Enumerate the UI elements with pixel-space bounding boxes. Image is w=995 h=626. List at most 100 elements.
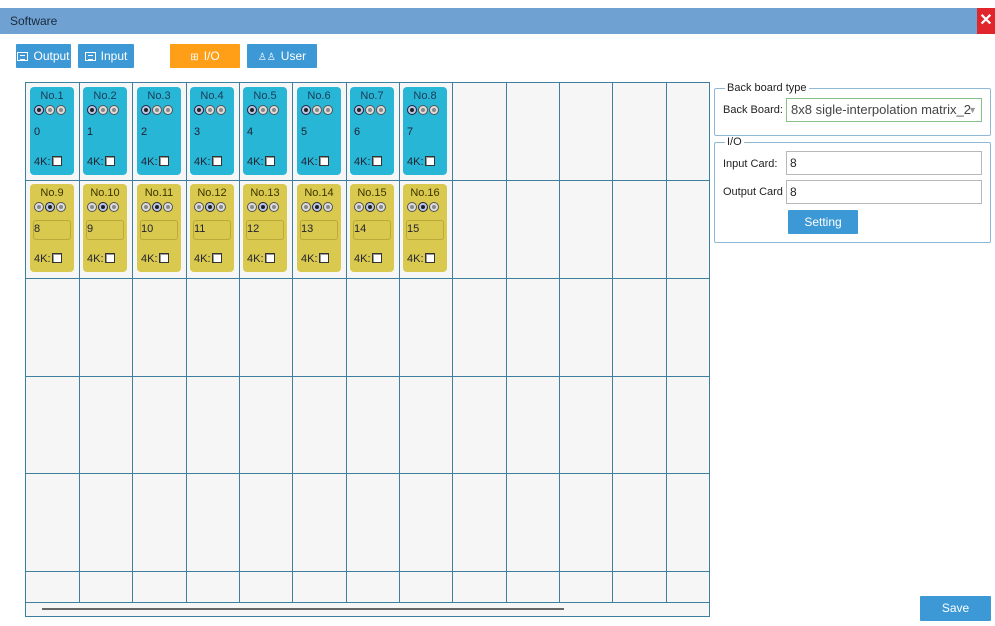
led-indicator-icon <box>365 105 375 115</box>
grid-column-divider <box>612 83 613 603</box>
led-indicator-icon <box>354 202 364 212</box>
card-status-leds <box>301 105 334 117</box>
output-card[interactable]: No.11 10 4K: <box>137 184 181 272</box>
card-status-leds <box>141 105 174 117</box>
input-card[interactable]: No.4 3 4K: <box>190 87 234 175</box>
led-indicator-icon <box>407 105 417 115</box>
input-card[interactable]: No.7 6 4K: <box>350 87 394 175</box>
output-card[interactable]: No.15 14 4K: <box>350 184 394 272</box>
led-indicator-icon <box>109 105 119 115</box>
grid-icon <box>84 52 96 61</box>
card-channel-value: 7 <box>407 126 414 138</box>
four-k-checkbox[interactable] <box>264 156 275 166</box>
card-channel-value: 4 <box>247 126 254 138</box>
led-indicator-icon <box>418 105 428 115</box>
input-card[interactable]: No.6 5 4K: <box>297 87 341 175</box>
card-number: No.14 <box>304 187 334 199</box>
output-card-field[interactable] <box>786 180 982 204</box>
card-number: No.1 <box>40 90 64 102</box>
title-bar: Software ✕ <box>0 8 995 34</box>
led-indicator-icon <box>301 202 311 212</box>
card-status-leds <box>141 202 174 214</box>
four-k-label: 4K: <box>87 156 104 168</box>
card-status-leds <box>354 105 387 117</box>
card-number: No.4 <box>200 90 224 102</box>
led-indicator-icon <box>247 105 257 115</box>
led-indicator-icon <box>98 105 108 115</box>
led-indicator-icon <box>194 105 204 115</box>
four-k-label: 4K: <box>407 156 424 168</box>
card-number: No.6 <box>307 90 331 102</box>
four-k-checkbox[interactable] <box>158 253 169 263</box>
output-card[interactable]: No.10 9 4K: <box>83 184 127 272</box>
card-status-leds <box>407 202 440 214</box>
four-k-checkbox[interactable] <box>104 253 115 263</box>
led-indicator-icon <box>141 105 151 115</box>
input-card[interactable]: No.1 0 4K: <box>30 87 74 175</box>
close-icon[interactable]: ✕ <box>977 8 995 34</box>
input-card[interactable]: No.5 4 4K: <box>243 87 287 175</box>
horizontal-scrollbar[interactable] <box>26 602 709 616</box>
four-k-checkbox[interactable] <box>104 156 115 166</box>
card-status-leds <box>407 105 440 117</box>
led-indicator-icon <box>163 105 173 115</box>
card-channel-value: 3 <box>194 126 201 138</box>
four-k-checkbox[interactable] <box>51 253 62 263</box>
card-channel-value: 9 <box>87 223 94 235</box>
four-k-checkbox[interactable] <box>211 156 222 166</box>
four-k-checkbox[interactable] <box>158 156 169 166</box>
four-k-checkbox[interactable] <box>424 253 435 263</box>
grid-column-divider <box>452 83 453 603</box>
output-card-label: Output Card <box>723 186 783 198</box>
four-k-label: 4K: <box>247 156 264 168</box>
grid-row-divider <box>26 278 709 279</box>
input-card-field[interactable] <box>786 151 982 175</box>
tab-input[interactable]: Input <box>78 44 134 68</box>
card-number: No.2 <box>93 90 117 102</box>
led-indicator-icon <box>407 202 417 212</box>
card-status-leds <box>87 202 120 214</box>
four-k-checkbox[interactable] <box>371 253 382 263</box>
led-indicator-icon <box>376 202 386 212</box>
four-k-checkbox[interactable] <box>51 156 62 166</box>
input-card[interactable]: No.3 2 4K: <box>137 87 181 175</box>
led-indicator-icon <box>354 105 364 115</box>
tab-io[interactable]: ⊞ I/O <box>170 44 240 68</box>
grid-column-divider <box>239 83 240 603</box>
led-indicator-icon <box>418 202 428 212</box>
output-card[interactable]: No.13 12 4K: <box>243 184 287 272</box>
four-k-checkbox[interactable] <box>318 156 329 166</box>
led-indicator-icon <box>269 202 279 212</box>
led-indicator-icon <box>56 202 66 212</box>
card-number: No.7 <box>360 90 384 102</box>
output-card[interactable]: No.14 13 4K: <box>297 184 341 272</box>
four-k-label: 4K: <box>354 156 371 168</box>
grid-row-divider <box>26 571 709 572</box>
save-button[interactable]: Save <box>920 596 991 621</box>
led-indicator-icon <box>152 105 162 115</box>
backboard-select[interactable]: 8x8 sigle-interpolation matrix_2 ▼ <box>786 98 982 122</box>
led-indicator-icon <box>152 202 162 212</box>
output-card[interactable]: No.9 8 4K: <box>30 184 74 272</box>
four-k-label: 4K: <box>354 253 371 265</box>
output-card[interactable]: No.16 15 4K: <box>403 184 447 272</box>
grid-column-divider <box>399 83 400 603</box>
four-k-checkbox[interactable] <box>318 253 329 263</box>
setting-button[interactable]: Setting <box>788 210 858 234</box>
card-channel-value: 11 <box>194 223 206 235</box>
four-k-checkbox[interactable] <box>371 156 382 166</box>
scrollbar-thumb[interactable] <box>42 608 564 610</box>
output-card[interactable]: No.12 11 4K: <box>190 184 234 272</box>
card-status-leds <box>354 202 387 214</box>
tab-output[interactable]: Output <box>16 44 71 68</box>
four-k-checkbox[interactable] <box>211 253 222 263</box>
card-channel-value: 2 <box>141 126 148 138</box>
card-channel-value: 13 <box>301 223 314 235</box>
tab-user[interactable]: ♙♙ User <box>247 44 317 68</box>
four-k-checkbox[interactable] <box>424 156 435 166</box>
input-card[interactable]: No.2 1 4K: <box>83 87 127 175</box>
input-card[interactable]: No.8 7 4K: <box>403 87 447 175</box>
led-indicator-icon <box>45 105 55 115</box>
four-k-checkbox[interactable] <box>264 253 275 263</box>
led-indicator-icon <box>87 202 97 212</box>
